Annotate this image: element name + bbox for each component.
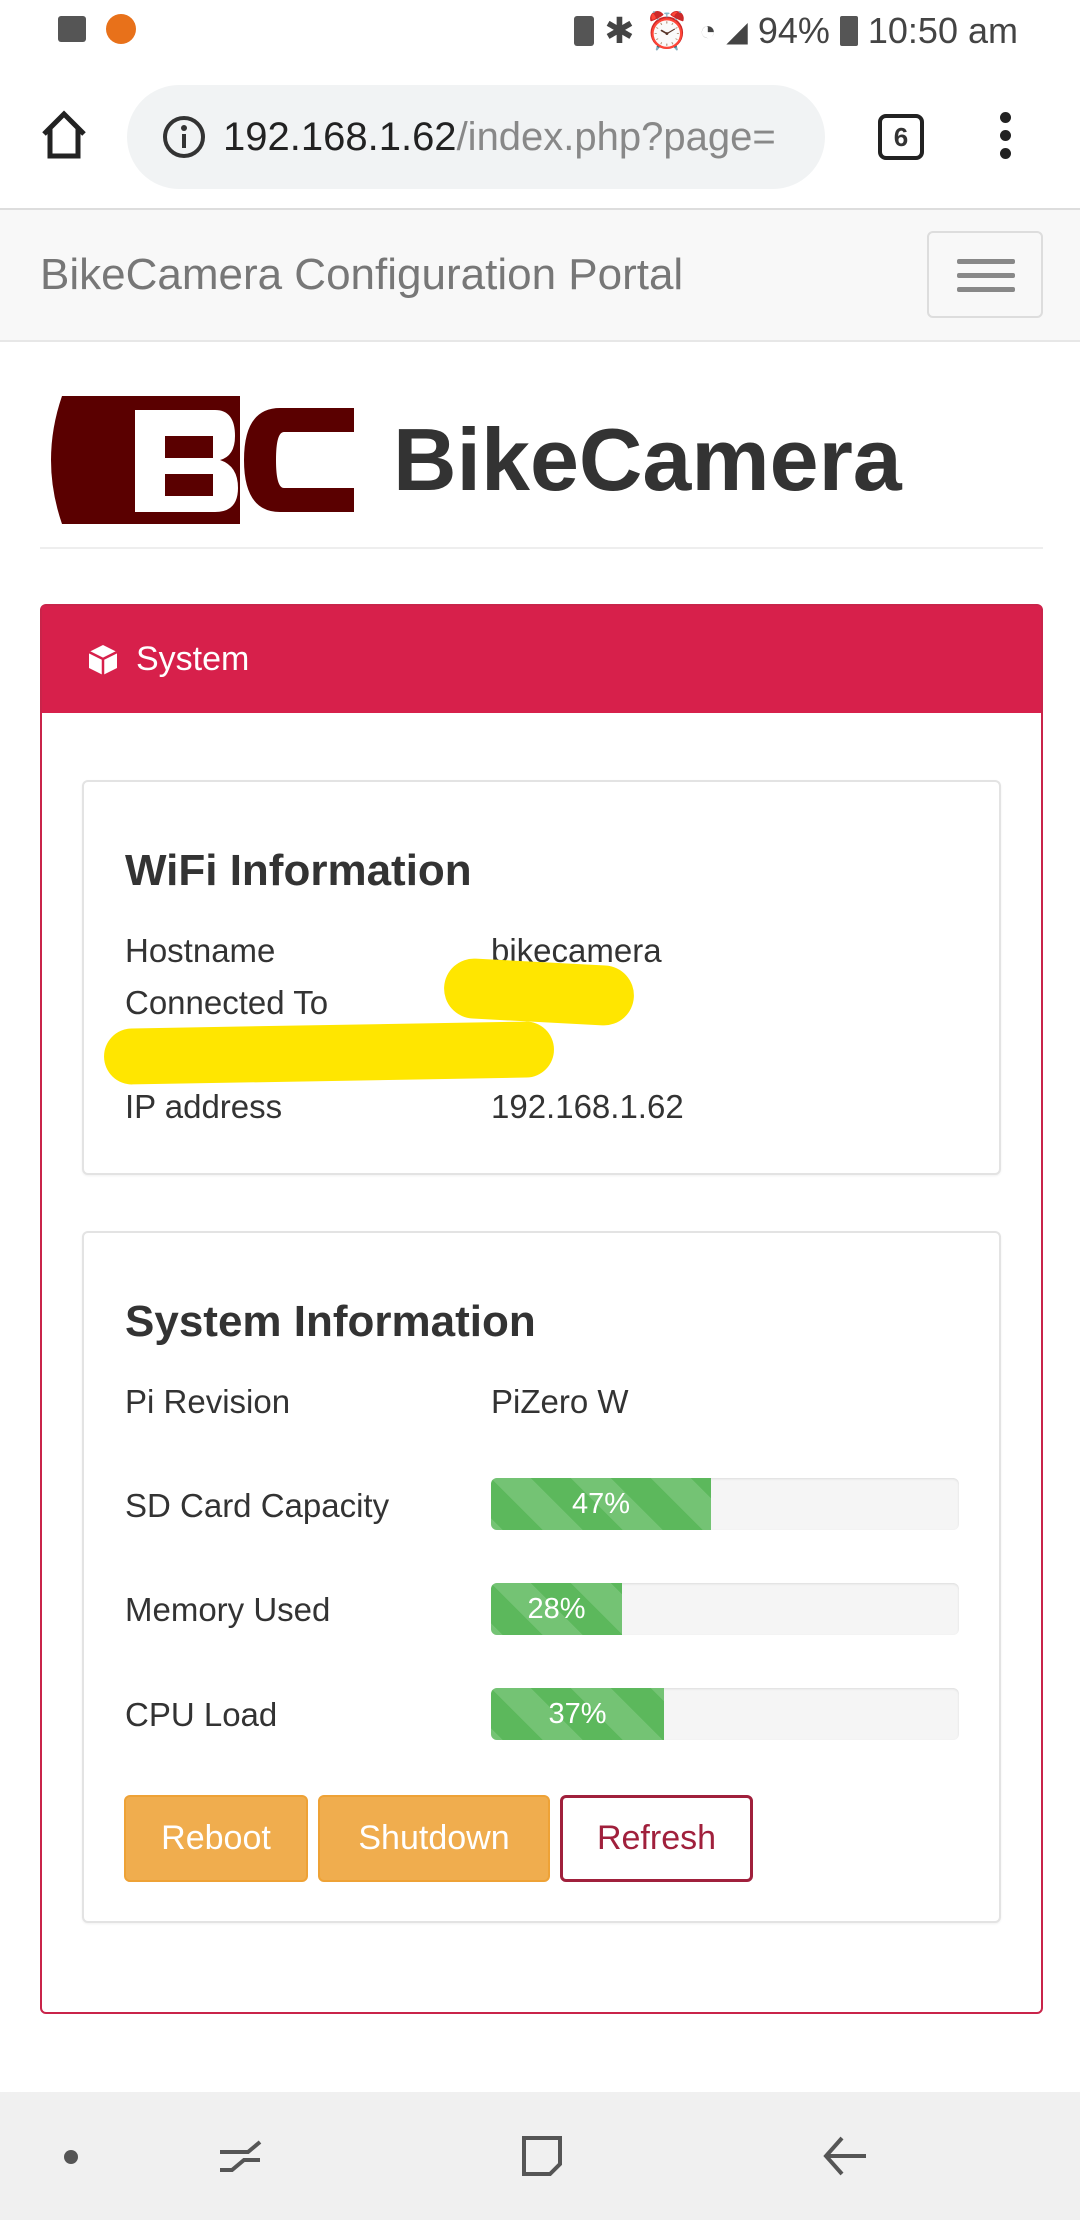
hamburger-menu-button[interactable] — [927, 231, 1043, 318]
panel-title: System — [136, 640, 250, 678]
cpu-load-label: CPU Load — [125, 1696, 278, 1733]
reboot-button[interactable]: Reboot — [124, 1795, 308, 1882]
menu-icon[interactable] — [1000, 112, 1012, 159]
navbar: BikeCamera Configuration Portal — [0, 210, 1080, 342]
home-icon[interactable] — [40, 110, 88, 160]
wifi-info-well: WiFi Information Hostname bikecamera Con… — [82, 780, 1001, 1175]
url-bar[interactable]: 192.168.1.62/index.php?page= — [127, 85, 825, 189]
memory-progress: 28% — [491, 1583, 959, 1635]
ip-address-label: IP address — [125, 1088, 283, 1125]
cpu-progress: 37% — [491, 1688, 959, 1740]
status-bar: ✱ ⏰ ◔ ◢ 94% 10:50 am — [0, 0, 1080, 64]
brand-name: BikeCamera — [393, 410, 902, 509]
wifi-icon: ◔ — [699, 15, 717, 46]
battery-icon — [839, 16, 858, 46]
back-icon[interactable] — [822, 2134, 868, 2178]
redaction-mark — [442, 957, 636, 1027]
bluetooth-icon: ✱ — [604, 10, 635, 51]
memory-progress-fill: 28% — [491, 1583, 623, 1635]
system-panel: System WiFi Information Hostname bikecam… — [40, 604, 1043, 2014]
android-nav-bar — [0, 2092, 1080, 2220]
divider — [40, 547, 1043, 549]
pi-revision-value: PiZero W — [491, 1383, 629, 1420]
signal-icon: ◢ — [726, 15, 748, 47]
hostname-label: Hostname — [125, 932, 276, 969]
url-host: 192.168.1.62 — [223, 114, 457, 159]
sd-card-progress: 47% — [491, 1478, 959, 1530]
cube-icon — [88, 644, 118, 675]
tab-switcher-button[interactable]: 6 — [878, 114, 924, 160]
cpu-progress-fill: 37% — [491, 1688, 665, 1740]
info-icon[interactable] — [161, 114, 207, 160]
ip-address-value: 192.168.1.62 — [491, 1088, 684, 1125]
redaction-mark — [103, 1021, 555, 1085]
notification-icon — [106, 14, 136, 44]
pi-revision-label: Pi Revision — [125, 1383, 291, 1420]
battery-percent: 94% — [757, 10, 830, 51]
tab-count: 6 — [893, 121, 909, 152]
bikecamera-logo — [51, 396, 354, 524]
connected-to-label: Connected To — [125, 984, 329, 1021]
system-info-well: System Information Pi Revision PiZero W … — [82, 1231, 1001, 1923]
panel-header: System — [42, 606, 1041, 713]
sd-card-label: SD Card Capacity — [125, 1487, 390, 1524]
memory-used-label: Memory Used — [125, 1591, 331, 1628]
wifi-info-title: WiFi Information — [125, 846, 472, 895]
system-info-title: System Information — [125, 1297, 536, 1346]
nav-dot-icon — [64, 2150, 78, 2164]
refresh-button[interactable]: Refresh — [560, 1795, 753, 1882]
navbar-brand[interactable]: BikeCamera Configuration Portal — [40, 250, 683, 300]
sd-card-progress-fill: 47% — [491, 1478, 711, 1530]
alarm-icon: ⏰ — [644, 10, 690, 51]
url-path: /index.php?page= — [456, 114, 776, 159]
clock: 10:50 am — [867, 10, 1018, 51]
battery-saver-icon — [574, 16, 595, 46]
shutdown-button[interactable]: Shutdown — [318, 1795, 550, 1882]
gallery-icon — [58, 16, 86, 42]
home-nav-icon[interactable] — [520, 2134, 564, 2178]
recent-apps-icon[interactable] — [218, 2136, 262, 2176]
browser-toolbar: 192.168.1.62/index.php?page= 6 — [0, 64, 1080, 210]
